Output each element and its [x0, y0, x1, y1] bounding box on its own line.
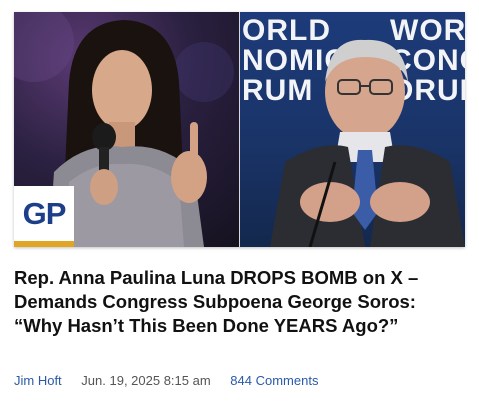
- man-speaking-illustration: [270, 39, 465, 247]
- article-card[interactable]: ORLD NOMIC RUM WORLD CONOMIC ORUM: [0, 0, 479, 402]
- gp-logo-text: GP: [22, 196, 67, 231]
- right-photo: ORLD NOMIC RUM WORLD CONOMIC ORUM: [240, 12, 465, 247]
- author-link[interactable]: Jim Hoft: [14, 373, 62, 388]
- gp-logo-accent-bar: [14, 241, 74, 247]
- publish-date: Jun. 19, 2025 8:15 am: [81, 373, 211, 388]
- article-headline[interactable]: Rep. Anna Paulina Luna DROPS BOMB on X –…: [14, 266, 454, 338]
- article-meta: Jim Hoft Jun. 19, 2025 8:15 am 844 Comme…: [14, 373, 334, 388]
- article-thumbnail[interactable]: ORLD NOMIC RUM WORLD CONOMIC ORUM: [14, 12, 465, 247]
- comments-link[interactable]: 844 Comments: [230, 373, 318, 388]
- gp-logo: GP: [14, 186, 74, 247]
